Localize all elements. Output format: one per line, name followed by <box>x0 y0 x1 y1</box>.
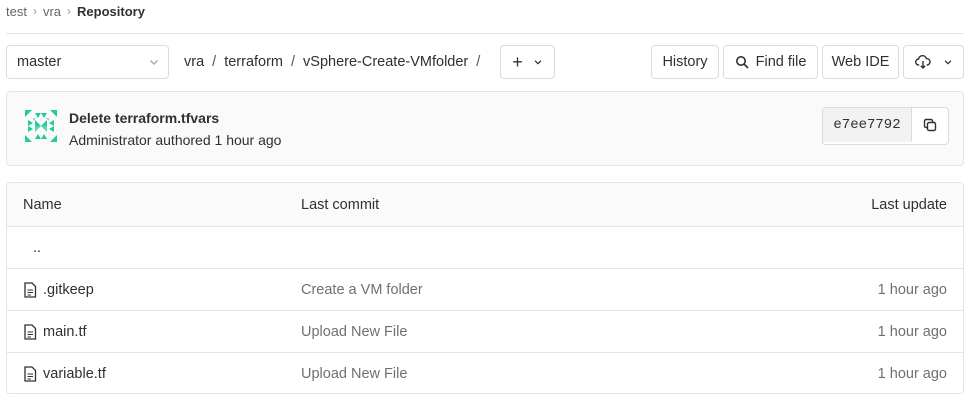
column-header-last-commit: Last commit <box>301 196 380 213</box>
find-file-button[interactable]: Find file <box>723 45 818 79</box>
file-last-commit-link[interactable]: Create a VM folder <box>301 269 423 310</box>
path-segment-terraform[interactable]: terraform <box>224 54 283 70</box>
path-separator: / <box>212 54 217 70</box>
branch-label: master <box>17 54 62 70</box>
path-separator: / <box>476 54 481 70</box>
breadcrumb: test › vra › Repository <box>6 3 145 19</box>
file-name-link[interactable]: variable.tf <box>43 366 106 382</box>
commit-sha-button[interactable]: e7ee7792 <box>823 108 912 142</box>
file-tree-table: Name Last commit Last update .. .gitkeep… <box>6 182 964 394</box>
last-commit-panel: Delete terraform.tfvars Administrator au… <box>6 91 964 166</box>
commit-title-link[interactable]: Delete terraform.tfvars <box>69 110 219 126</box>
file-last-update: 1 hour ago <box>877 366 947 382</box>
file-icon <box>23 366 37 382</box>
history-button[interactable]: History <box>651 45 719 79</box>
table-row[interactable]: main.tf Upload New File 1 hour ago <box>7 311 963 353</box>
parent-directory-row[interactable]: .. <box>7 227 963 269</box>
add-to-tree-button[interactable]: + <box>500 45 555 79</box>
table-header: Name Last commit Last update <box>7 183 963 227</box>
path-separator: / <box>291 54 296 70</box>
file-name-link[interactable]: main.tf <box>43 324 87 340</box>
chevron-right-icon: › <box>67 4 72 18</box>
search-icon <box>735 55 749 69</box>
chevron-down-icon <box>148 56 160 68</box>
file-path-breadcrumb: vra / terraform / vSphere-Create-VMfolde… <box>184 45 488 79</box>
file-icon <box>23 281 37 298</box>
web-ide-button[interactable]: Web IDE <box>822 45 899 79</box>
parent-directory-link[interactable]: .. <box>33 227 41 268</box>
file-last-commit-link[interactable]: Upload New File <box>301 353 407 393</box>
commit-sha-group: e7ee7792 <box>822 107 949 145</box>
branch-dropdown[interactable]: master <box>6 45 169 79</box>
path-segment-vsphere-create-vmfolder[interactable]: vSphere-Create-VMfolder <box>303 54 468 70</box>
file-last-update: 1 hour ago <box>877 281 947 298</box>
chevron-down-icon <box>943 57 953 67</box>
download-dropdown-button[interactable] <box>903 45 964 79</box>
commit-author-meta: Administrator authored 1 hour ago <box>69 132 282 148</box>
table-row[interactable]: variable.tf Upload New File 1 hour ago <box>7 353 963 393</box>
identicon-avatar <box>25 110 57 142</box>
table-row[interactable]: .gitkeep Create a VM folder 1 hour ago <box>7 269 963 311</box>
chevron-down-icon <box>533 57 543 67</box>
breadcrumb-item-vra[interactable]: vra <box>43 4 61 19</box>
file-last-commit-link[interactable]: Upload New File <box>301 311 407 352</box>
file-icon <box>23 323 37 340</box>
header-divider <box>6 33 964 34</box>
find-file-label: Find file <box>755 54 807 70</box>
breadcrumb-item-repository[interactable]: Repository <box>77 4 145 19</box>
plus-icon: + <box>512 52 523 72</box>
copy-icon <box>923 118 937 132</box>
column-header-last-update: Last update <box>871 196 947 213</box>
chevron-right-icon: › <box>32 4 37 18</box>
copy-sha-button[interactable] <box>912 108 948 142</box>
file-name-link[interactable]: .gitkeep <box>43 282 94 298</box>
column-header-name: Name <box>23 196 62 213</box>
file-last-update: 1 hour ago <box>877 323 947 340</box>
breadcrumb-item-test[interactable]: test <box>6 4 27 19</box>
download-icon <box>914 55 931 69</box>
path-segment-vra[interactable]: vra <box>184 54 204 70</box>
